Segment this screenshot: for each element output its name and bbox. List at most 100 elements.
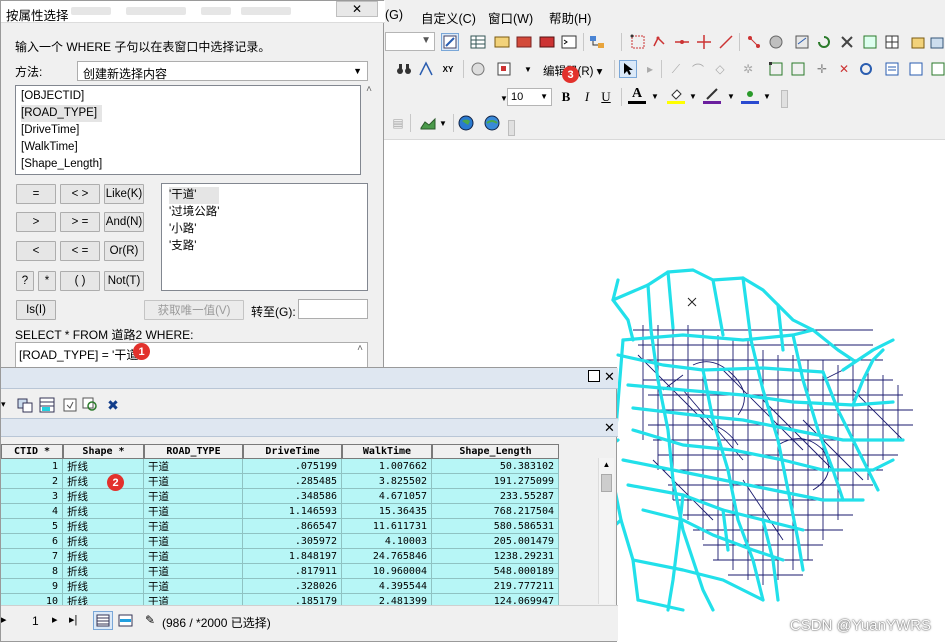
- method-select[interactable]: 创建新选择内容 ▼: [77, 61, 368, 81]
- table-row-5-cell-shape-length[interactable]: 580.586531: [432, 519, 559, 534]
- is-button[interactable]: Is(I): [16, 300, 56, 320]
- georef-icon[interactable]: [793, 33, 811, 51]
- table-row-4-cell-drivetime[interactable]: 1.146593: [243, 504, 342, 519]
- profile-graph-icon[interactable]: [419, 114, 437, 132]
- editor-toolbar-icon[interactable]: [441, 33, 459, 51]
- table-row-8-cell-drivetime[interactable]: .817911: [243, 564, 342, 579]
- search-window-icon[interactable]: [515, 33, 533, 51]
- table-row-4-cell-shape[interactable]: 折线: [63, 504, 144, 519]
- table-row-8-cell-objectid[interactable]: 8: [1, 564, 63, 579]
- underline-button[interactable]: U: [597, 88, 615, 106]
- catalog-icon[interactable]: [493, 33, 511, 51]
- parentheses-button[interactable]: ( ): [60, 271, 100, 291]
- less-equal-button[interactable]: < =: [60, 241, 100, 261]
- menu-window[interactable]: 窗口(W): [488, 8, 533, 27]
- sketch-properties-icon[interactable]: [907, 60, 925, 78]
- chevron-down-icon[interactable]: ▼: [727, 92, 735, 101]
- table-row-1-cell-shape-length[interactable]: 50.383102: [432, 459, 559, 474]
- table-row-1-cell-shape[interactable]: 折线: [63, 459, 144, 474]
- point-icon[interactable]: ◇: [711, 60, 729, 78]
- table-row-1-cell-road-type[interactable]: 干道: [144, 459, 243, 474]
- rotate-icon[interactable]: [857, 60, 875, 78]
- line-color-icon[interactable]: [703, 86, 721, 104]
- table-row-3-cell-objectid[interactable]: 3: [1, 489, 63, 504]
- wildcard-single-button[interactable]: ?: [16, 271, 34, 291]
- record-number[interactable]: 1: [32, 614, 39, 628]
- table-row-7-cell-shape[interactable]: 折线: [63, 549, 144, 564]
- dialog-titlebar[interactable]: 按属性选择 ✕: [1, 1, 385, 23]
- arctoolbox-icon[interactable]: [538, 33, 556, 51]
- column-header-objectid[interactable]: CTID *: [1, 444, 63, 459]
- go-to-xy-icon[interactable]: XY: [439, 60, 457, 78]
- field-item[interactable]: [Shape_Length]: [21, 156, 102, 173]
- column-header-road-type[interactable]: ROAD_TYPE: [144, 444, 243, 459]
- toolbar-overflow[interactable]: [781, 90, 788, 108]
- trace-tool-icon[interactable]: ✲: [739, 60, 757, 78]
- table-row-3-cell-shape-length[interactable]: 233.55287: [432, 489, 559, 504]
- chevron-down-icon[interactable]: ▼: [439, 119, 447, 128]
- show-selected-records-button[interactable]: [117, 612, 135, 629]
- grid-icon[interactable]: [883, 33, 901, 51]
- italic-button[interactable]: I: [578, 88, 596, 106]
- endpoint-arc-icon[interactable]: ⌒: [689, 60, 707, 78]
- greater-equal-button[interactable]: > =: [60, 212, 100, 232]
- table-row-7-cell-objectid[interactable]: 7: [1, 549, 63, 564]
- column-header-shape-length[interactable]: Shape_Length: [432, 444, 559, 459]
- table-row-5-cell-shape[interactable]: 折线: [63, 519, 144, 534]
- menu-customize[interactable]: 自定义(C): [421, 8, 476, 27]
- scale-combo[interactable]: ▼: [385, 32, 435, 51]
- close-button[interactable]: ✕: [336, 1, 378, 17]
- chevron-down-icon[interactable]: ▼: [763, 92, 771, 101]
- trace-icon[interactable]: [695, 33, 713, 51]
- table-row-1-cell-walktime[interactable]: 1.007662: [342, 459, 432, 474]
- switch-selection-icon[interactable]: [61, 396, 79, 414]
- table-row-2-cell-walktime[interactable]: 3.825502: [342, 474, 432, 489]
- and-button[interactable]: And(N): [104, 212, 144, 232]
- field-item[interactable]: [ROAD_TYPE]: [21, 105, 103, 122]
- table-row-3-cell-walktime[interactable]: 4.671057: [342, 489, 432, 504]
- last-record-icon[interactable]: ▸|: [69, 613, 77, 626]
- table-row-4-cell-shape-length[interactable]: 768.217504: [432, 504, 559, 519]
- cut-polygon-icon[interactable]: ✕: [835, 60, 853, 78]
- toolbar-overflow-2[interactable]: [508, 120, 515, 136]
- equals-button[interactable]: =: [16, 184, 56, 204]
- refresh-icon[interactable]: [815, 33, 833, 51]
- edit-vertices-2-icon[interactable]: [767, 60, 785, 78]
- layout-grid-icon[interactable]: ▤: [389, 114, 407, 132]
- table-row-8-cell-road-type[interactable]: 干道: [144, 564, 243, 579]
- scroll-up-icon[interactable]: ˄: [357, 343, 363, 354]
- chevron-down-icon[interactable]: ▾: [1, 399, 6, 410]
- table-row-8-cell-walktime[interactable]: 10.960004: [342, 564, 432, 579]
- table-row-9-cell-shape-length[interactable]: 219.777211: [432, 579, 559, 594]
- column-header-walktime[interactable]: WalkTime: [342, 444, 432, 459]
- split-icon[interactable]: [673, 33, 691, 51]
- edit-annotation-icon[interactable]: ▸: [641, 60, 659, 78]
- table-row-7-cell-shape-length[interactable]: 1238.29231: [432, 549, 559, 564]
- table-row-2-cell-shape-length[interactable]: 191.275099: [432, 474, 559, 489]
- table-row-6-cell-shape[interactable]: 折线: [63, 534, 144, 549]
- dropdown-icon[interactable]: ▼: [519, 60, 537, 78]
- field-item[interactable]: [OBJECTID]: [21, 88, 102, 105]
- table-row-3-cell-road-type[interactable]: 干道: [144, 489, 243, 504]
- menu-help[interactable]: 帮助(H): [549, 8, 591, 27]
- table-icon[interactable]: [469, 33, 487, 51]
- python-window-icon[interactable]: [560, 33, 578, 51]
- fill-color-icon[interactable]: [667, 86, 685, 104]
- value-item[interactable]: '干道': [169, 187, 220, 204]
- select-by-attributes-icon[interactable]: [38, 396, 56, 414]
- column-header-drivetime[interactable]: DriveTime: [243, 444, 342, 459]
- straight-segment-icon[interactable]: ⟋: [667, 60, 685, 78]
- tools-icon[interactable]: [838, 33, 856, 51]
- like-button[interactable]: Like(K): [104, 184, 144, 204]
- related-tables-icon[interactable]: [16, 396, 34, 414]
- scroll-thumb[interactable]: [601, 474, 612, 492]
- table-row-1-cell-objectid[interactable]: 1: [1, 459, 63, 474]
- edit-tool-cursor-icon[interactable]: [619, 60, 637, 78]
- table-row-4-cell-road-type[interactable]: 干道: [144, 504, 243, 519]
- table-row-2-cell-drivetime[interactable]: .285485: [243, 474, 342, 489]
- less-button[interactable]: <: [16, 241, 56, 261]
- get-unique-values-button[interactable]: 获取唯一值(V): [144, 300, 244, 320]
- table-row-7-cell-drivetime[interactable]: 1.848197: [243, 549, 342, 564]
- binoculars-icon[interactable]: [395, 60, 413, 78]
- maximize-icon[interactable]: [588, 370, 600, 382]
